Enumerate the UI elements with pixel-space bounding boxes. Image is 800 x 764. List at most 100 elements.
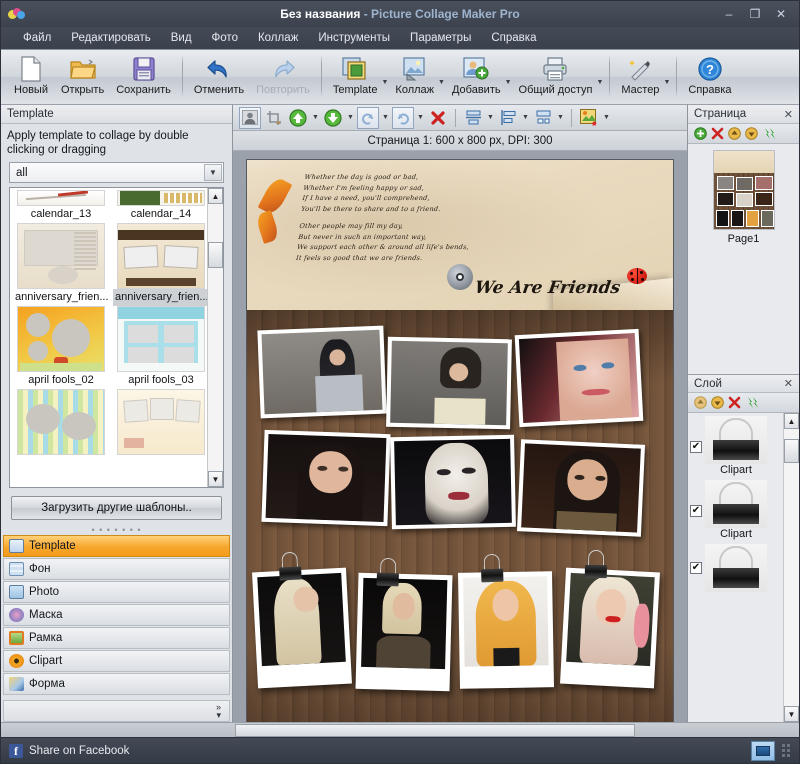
toolbar-button-template[interactable]: Template — [327, 53, 384, 103]
align-vertical-dropdown-arrow[interactable]: ▼ — [486, 114, 495, 121]
panel-expander[interactable]: » ▾ — [3, 700, 230, 722]
refresh-layer-icon[interactable] — [744, 396, 758, 410]
template-gallery[interactable]: calendar_13 calendar_14 anniversary_frie… — [9, 187, 224, 488]
panel-splitter-grip[interactable]: • • • • • • • — [1, 526, 232, 535]
canvas-area[interactable]: Whether the day is good or bad, Whether … — [233, 151, 687, 722]
move-down-page-icon[interactable] — [744, 127, 758, 141]
move-up-page-icon[interactable] — [727, 127, 741, 141]
template-dropdown-arrow[interactable]: ▼ — [381, 71, 388, 86]
layer-item[interactable]: ✔ — [688, 543, 783, 593]
toolbar-button-open[interactable]: Открыть — [55, 53, 110, 103]
send-backward-icon[interactable] — [322, 107, 344, 129]
chevron-down-icon[interactable]: ▼ — [204, 164, 222, 181]
rotate-right-dropdown-arrow[interactable]: ▼ — [416, 114, 425, 121]
scroll-up-icon[interactable]: ▲ — [208, 188, 223, 204]
delete-layer-icon[interactable] — [727, 396, 741, 410]
template-item[interactable]: anniversary_frien... — [113, 223, 207, 306]
bring-forward-icon[interactable] — [287, 107, 309, 129]
align-left-icon[interactable] — [497, 107, 519, 129]
menu-item-photo[interactable]: Фото — [202, 29, 248, 47]
add-dropdown-arrow[interactable]: ▼ — [505, 71, 512, 86]
align-left-dropdown-arrow[interactable]: ▼ — [521, 114, 530, 121]
toolbar-button-new[interactable]: Новый — [7, 53, 55, 103]
layers-scrollbar[interactable]: ▲ ▼ — [783, 413, 799, 722]
layer-visibility-checkbox[interactable]: ✔ — [690, 441, 702, 453]
collage-photo[interactable] — [257, 325, 387, 419]
effects-icon[interactable] — [578, 107, 600, 129]
pages-list[interactable]: Page1 — [688, 144, 799, 374]
minimize-button[interactable]: – — [721, 8, 737, 20]
select-person-icon[interactable] — [239, 106, 261, 129]
maximize-button[interactable]: ❐ — [747, 8, 763, 20]
template-filter-combo[interactable]: all ▼ — [9, 162, 224, 183]
collage-photo[interactable] — [355, 572, 453, 692]
share-on-facebook-link[interactable]: Share on Facebook — [29, 745, 129, 757]
load-more-templates-button[interactable]: Загрузить другие шаблоны.. — [11, 496, 222, 520]
toolbar-button-collage[interactable]: Коллаж — [389, 53, 440, 103]
wizard-dropdown-arrow[interactable]: ▼ — [663, 71, 670, 86]
scroll-track[interactable] — [208, 204, 223, 471]
collage-document[interactable]: Whether the day is good or bad, Whether … — [246, 159, 674, 722]
scroll-thumb[interactable] — [784, 439, 799, 463]
sidebar-item-photo[interactable]: Photo — [3, 581, 230, 603]
close-icon[interactable]: ✕ — [784, 108, 793, 121]
align-vertical-icon[interactable] — [462, 107, 484, 129]
collage-photo[interactable] — [514, 328, 644, 428]
collage-photo[interactable] — [560, 567, 660, 689]
collage-dropdown-arrow[interactable]: ▼ — [438, 71, 445, 86]
layer-item[interactable]: ✔ Clipart — [688, 415, 783, 479]
distribute-icon[interactable] — [532, 107, 554, 129]
menu-item-parameters[interactable]: Параметры — [400, 29, 481, 47]
layer-visibility-checkbox[interactable]: ✔ — [690, 562, 702, 574]
facebook-icon[interactable]: f — [9, 743, 23, 758]
collage-photo[interactable] — [516, 439, 646, 537]
delete-red-x-icon[interactable] — [427, 107, 449, 129]
template-item[interactable] — [13, 389, 109, 460]
share-dropdown-arrow[interactable]: ▼ — [596, 71, 603, 86]
menu-item-help[interactable]: Справка — [481, 29, 546, 47]
toolbar-button-undo[interactable]: Отменить — [188, 53, 250, 103]
collage-photo[interactable] — [457, 571, 555, 689]
toolbar-button-save[interactable]: Сохранить — [110, 53, 177, 103]
scroll-up-icon[interactable]: ▲ — [784, 413, 799, 429]
sidebar-item-mask[interactable]: Маска — [3, 604, 230, 626]
template-item[interactable] — [113, 389, 207, 460]
layer-item[interactable]: ✔ Clipart — [688, 479, 783, 543]
layers-list[interactable]: ✔ Clipart ✔ Clipart ✔ — [688, 413, 783, 722]
move-up-layer-icon[interactable] — [693, 396, 707, 410]
template-scrollbar[interactable]: ▲ ▼ — [207, 188, 223, 487]
menu-item-tools[interactable]: Инструменты — [308, 29, 400, 47]
collage-photo[interactable] — [252, 567, 352, 689]
toolbar-button-add[interactable]: Добавить — [446, 53, 507, 103]
horizontal-scrollbar[interactable] — [1, 722, 799, 737]
scroll-track[interactable] — [784, 429, 799, 706]
sidebar-item-frame[interactable]: Рамка — [3, 627, 230, 649]
layer-visibility-checkbox[interactable]: ✔ — [690, 505, 702, 517]
toolbar-button-wizard[interactable]: Мастер — [615, 53, 665, 103]
template-item[interactable]: april fools_03 — [113, 306, 207, 389]
delete-page-icon[interactable] — [710, 127, 724, 141]
binder-clip-clipart-icon[interactable] — [375, 557, 402, 587]
add-page-icon[interactable] — [693, 127, 707, 141]
scroll-down-icon[interactable]: ▼ — [208, 471, 223, 487]
template-item[interactable]: calendar_13 — [13, 190, 109, 223]
sidebar-item-shape[interactable]: Форма — [3, 673, 230, 695]
refresh-page-icon[interactable] — [761, 127, 775, 141]
crop-icon[interactable] — [263, 107, 285, 129]
close-button[interactable]: ✕ — [773, 8, 789, 20]
move-down-layer-icon[interactable] — [710, 396, 724, 410]
sidebar-item-background[interactable]: Фон — [3, 558, 230, 580]
rotate-right-icon[interactable] — [392, 106, 414, 129]
sidebar-item-template[interactable]: Template — [3, 535, 230, 557]
close-icon[interactable]: ✕ — [784, 377, 793, 390]
scroll-thumb[interactable] — [235, 723, 635, 737]
collage-photo[interactable] — [386, 336, 512, 430]
page-thumbnail[interactable] — [712, 150, 775, 230]
toolbar-button-redo[interactable]: Повторить — [250, 53, 316, 103]
menu-item-collage[interactable]: Коллаж — [248, 29, 308, 47]
sidebar-item-clipart[interactable]: Clipart — [3, 650, 230, 672]
scroll-down-icon[interactable]: ▼ — [784, 706, 799, 722]
toolbar-button-share[interactable]: Общий доступ — [513, 53, 599, 103]
resize-grip-icon[interactable] — [779, 742, 793, 760]
menu-item-edit[interactable]: Редактировать — [61, 29, 160, 47]
